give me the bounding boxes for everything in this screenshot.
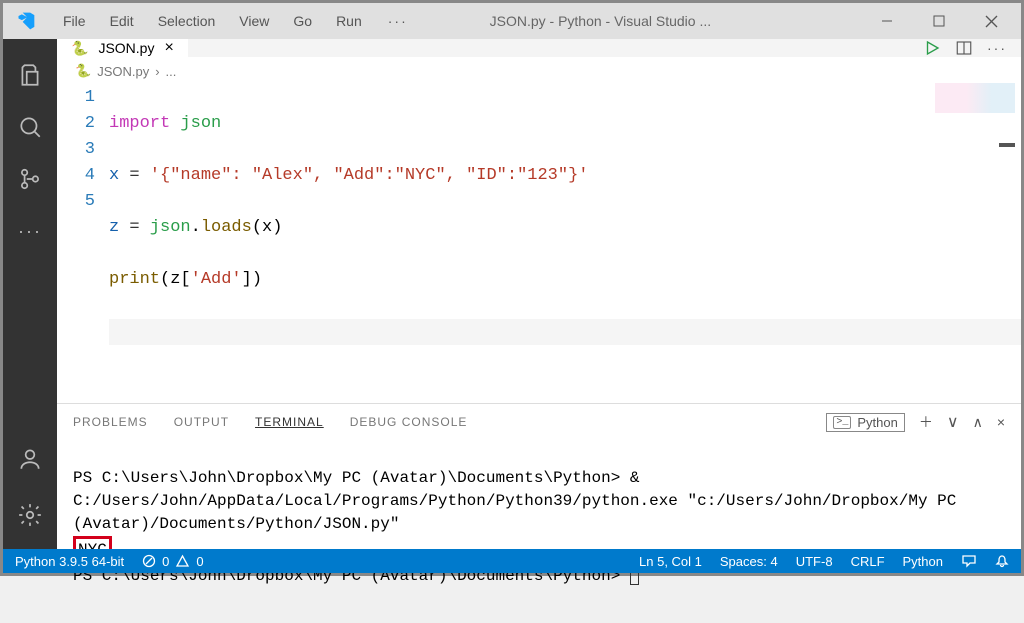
python-file-icon: 🐍 <box>71 40 88 57</box>
status-feedback-icon[interactable] <box>961 554 977 568</box>
status-cursor-pos[interactable]: Ln 5, Col 1 <box>639 554 702 569</box>
window-title: JSON.py - Python - Visual Studio ... <box>416 13 865 29</box>
menu-bar: File Edit Selection View Go Run <box>53 9 372 33</box>
menu-file[interactable]: File <box>53 9 96 33</box>
status-spaces[interactable]: Spaces: 4 <box>720 554 778 569</box>
terminal[interactable]: PS C:\Users\John\Dropbox\My PC (Avatar)\… <box>57 432 1021 623</box>
status-encoding[interactable]: UTF-8 <box>796 554 833 569</box>
python-file-icon: 🐍 <box>75 63 91 79</box>
overview-ruler-mark <box>999 143 1015 147</box>
code-content[interactable]: import json x = '{"name": "Alex", "Add":… <box>109 79 1021 403</box>
status-bell-icon[interactable] <box>995 554 1009 568</box>
gutter: 12345 <box>57 79 109 403</box>
code-editor[interactable]: 12345 import json x = '{"name": "Alex", … <box>57 79 1021 403</box>
run-icon[interactable] <box>923 39 941 57</box>
close-panel-icon[interactable]: × <box>997 414 1005 430</box>
status-language[interactable]: Python <box>903 554 943 569</box>
vscode-logo-icon <box>11 6 41 36</box>
status-problems[interactable]: 0 0 <box>142 554 203 569</box>
minimap[interactable] <box>935 83 1015 113</box>
minimize-icon[interactable] <box>865 6 909 36</box>
source-control-icon[interactable] <box>6 155 54 203</box>
terminal-selector[interactable]: Python <box>826 413 905 432</box>
menu-run[interactable]: Run <box>326 9 372 33</box>
status-bar: Python 3.9.5 64-bit 0 0 Ln 5, Col 1 Spac… <box>3 549 1021 573</box>
tab-label: JSON.py <box>98 40 154 56</box>
activity-bar: ··· <box>3 39 57 549</box>
settings-gear-icon[interactable] <box>6 491 54 539</box>
new-terminal-icon[interactable]: ＋ <box>919 412 933 432</box>
split-editor-icon[interactable] <box>955 39 973 57</box>
tab-problems[interactable]: PROBLEMS <box>73 415 148 429</box>
menu-edit[interactable]: Edit <box>100 9 144 33</box>
menu-overflow-icon[interactable]: ··· <box>380 9 416 33</box>
breadcrumb[interactable]: 🐍 JSON.py › ... <box>57 57 1021 79</box>
tab-json-py[interactable]: 🐍 JSON.py × <box>57 39 188 57</box>
account-icon[interactable] <box>6 435 54 483</box>
title-bar: File Edit Selection View Go Run ··· JSON… <box>3 3 1021 39</box>
search-icon[interactable] <box>6 103 54 151</box>
status-eol[interactable]: CRLF <box>851 554 885 569</box>
overflow-icon[interactable]: ··· <box>6 207 54 255</box>
menu-view[interactable]: View <box>229 9 279 33</box>
status-python-env[interactable]: Python 3.9.5 64-bit <box>15 554 124 569</box>
terminal-line: PS C:\Users\John\Dropbox\My PC (Avatar)\… <box>73 469 966 533</box>
editor-area: 🐍 JSON.py × ··· 🐍 JSON.py <box>57 39 1021 549</box>
maximize-panel-icon[interactable]: ∧ <box>973 414 983 431</box>
editor-more-icon[interactable]: ··· <box>987 40 1007 56</box>
tab-output[interactable]: OUTPUT <box>174 415 229 429</box>
menu-selection[interactable]: Selection <box>148 9 226 33</box>
tab-terminal[interactable]: TERMINAL <box>255 415 324 429</box>
panel: PROBLEMS OUTPUT TERMINAL DEBUG CONSOLE P… <box>57 403 1021 623</box>
tab-bar: 🐍 JSON.py × ··· <box>57 39 1021 57</box>
split-terminal-icon[interactable]: ∨ <box>947 412 959 432</box>
explorer-icon[interactable] <box>6 51 54 99</box>
panel-tabs: PROBLEMS OUTPUT TERMINAL DEBUG CONSOLE P… <box>57 404 1021 432</box>
tab-close-icon[interactable]: × <box>164 39 173 57</box>
tab-debug-console[interactable]: DEBUG CONSOLE <box>350 415 468 429</box>
maximize-icon[interactable] <box>917 6 961 36</box>
close-icon[interactable] <box>969 6 1013 36</box>
menu-go[interactable]: Go <box>283 9 322 33</box>
